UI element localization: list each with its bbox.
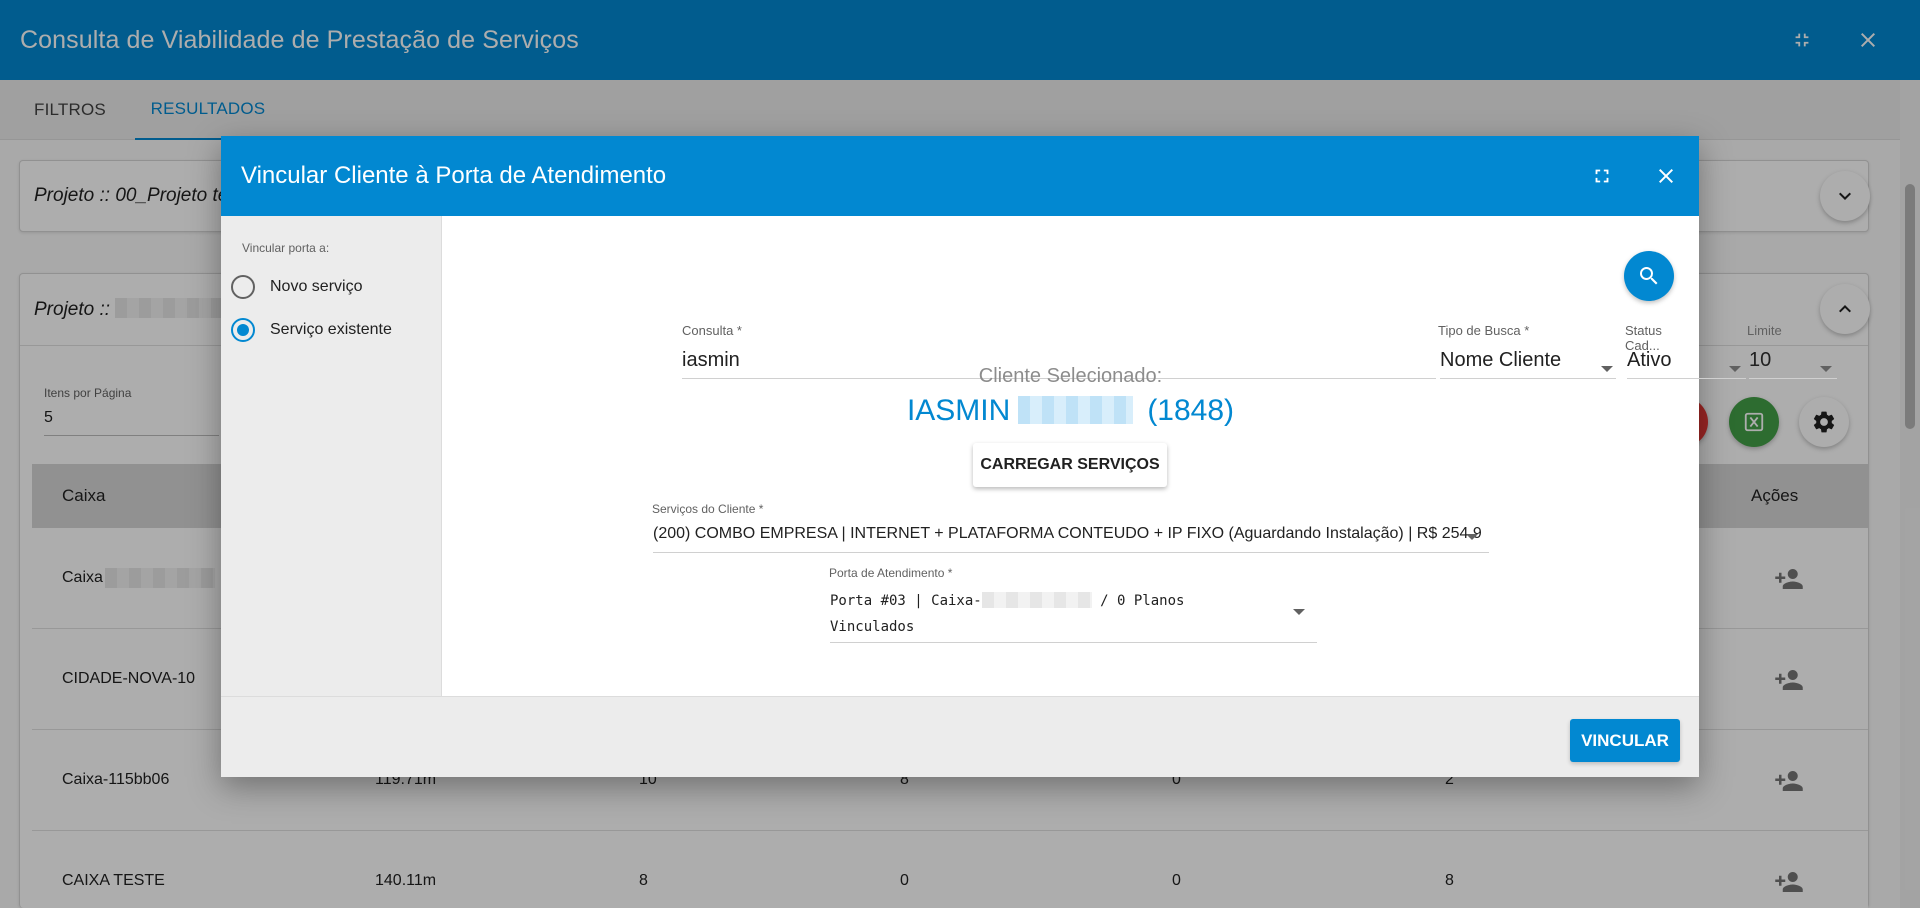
selected-client-caption: Cliente Selecionado: (978, 365, 1163, 387)
dialog-footer: Vincular (221, 696, 1699, 777)
radio-novo-servico[interactable]: Novo serviço (231, 272, 362, 302)
servicos-label: Serviços do Cliente * (652, 502, 764, 516)
chevron-down-icon (1820, 366, 1832, 372)
load-services-button[interactable]: Carregar Serviços (973, 443, 1167, 487)
porta-line-1: Porta #03 | Caixa- / 0 Planos (830, 592, 1185, 609)
limite-select[interactable]: 10 (1749, 349, 1837, 379)
chevron-down-icon (1466, 534, 1478, 540)
chevron-down-icon (1729, 366, 1741, 372)
porta-select[interactable]: Porta #03 | Caixa- / 0 Planos Vinculados (830, 588, 1317, 643)
servicos-select[interactable]: (200) COMBO EMPRESA | INTERNET + PLATAFO… (653, 525, 1489, 553)
redacted-text (981, 592, 1092, 608)
chevron-down-icon (1293, 609, 1305, 615)
radio-servico-existente[interactable]: Serviço existente (231, 315, 392, 345)
redacted-text (1018, 396, 1134, 424)
radio-label: Serviço existente (270, 321, 392, 338)
selected-client-name: IASMIN (1848) (906, 394, 1235, 427)
dialog-sidebar: Vincular porta a: Novo serviço Serviço e… (221, 216, 442, 696)
radio-unchecked[interactable] (231, 275, 255, 299)
link-client-dialog: Vincular Cliente à Porta de Atendimento … (221, 136, 1837, 777)
limite-label: Limite (1747, 323, 1782, 338)
porta-label: Porta de Atendimento * (829, 566, 953, 580)
vincular-button[interactable]: Vincular (1570, 719, 1680, 762)
radio-label: Novo serviço (270, 278, 363, 295)
radio-checked[interactable] (231, 318, 255, 342)
link-port-label: Vincular porta a: (242, 241, 330, 255)
porta-line-2: Vinculados (830, 619, 915, 635)
